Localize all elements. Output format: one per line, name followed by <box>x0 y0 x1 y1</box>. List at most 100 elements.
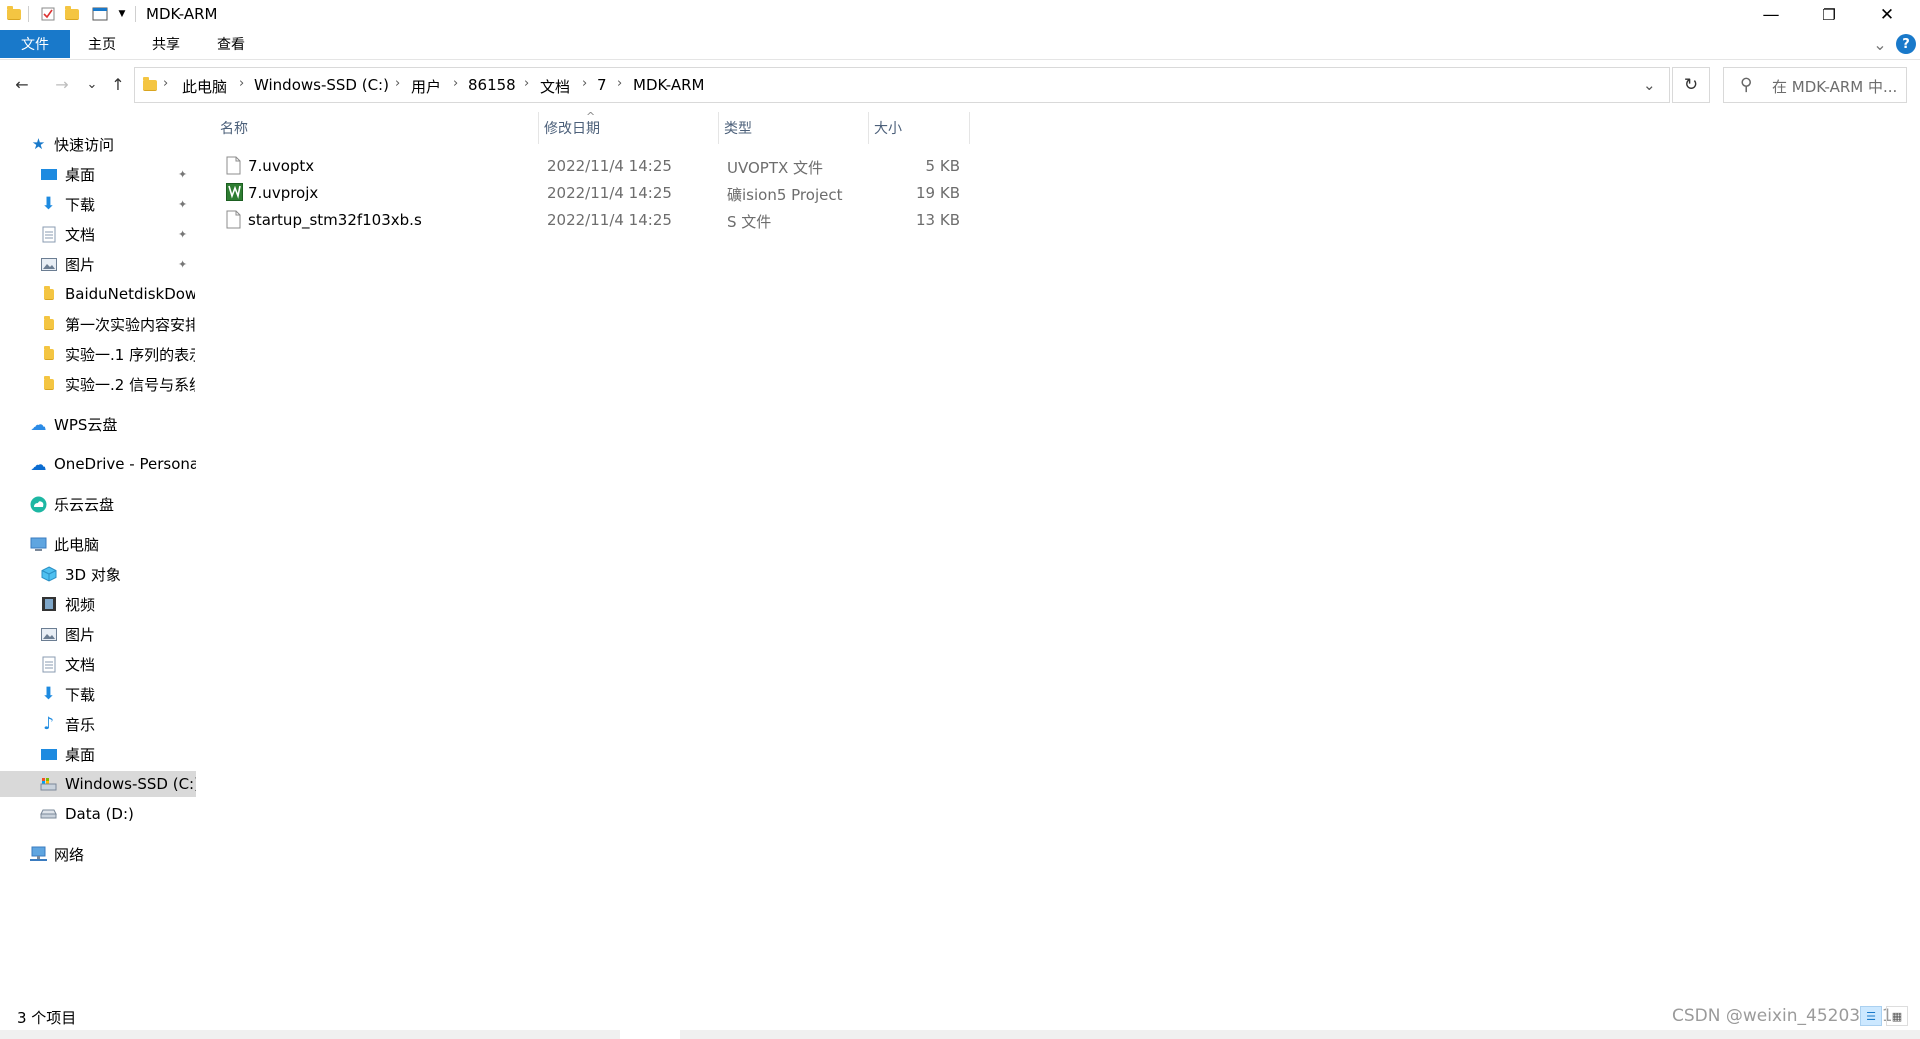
sidebar-item-label: 第一次实验内容安排 <box>65 315 195 334</box>
tab-file[interactable]: 文件 <box>0 30 70 58</box>
file-name[interactable]: 7.uvprojx <box>248 184 318 202</box>
sidebar-item-quick-access[interactable]: ★ 快速访问 <box>0 131 196 157</box>
close-button[interactable]: ✕ <box>1858 0 1916 30</box>
uvision-project-icon <box>226 183 243 202</box>
tab-view[interactable]: 查看 <box>198 30 264 58</box>
sidebar-item-label: 音乐 <box>65 715 96 734</box>
column-header-type[interactable]: 类型 <box>720 112 866 144</box>
sidebar-item-label: 图片 <box>65 625 96 644</box>
pin-icon[interactable]: ✦ <box>178 168 187 181</box>
breadcrumb-separator[interactable]: › <box>617 76 622 91</box>
sidebar-item-onedrive[interactable]: ☁ OneDrive - Personal <box>0 451 197 477</box>
sidebar-item-label: WPS云盘 <box>54 415 118 434</box>
file-size: 19 KB <box>916 184 960 202</box>
sidebar-item-documents[interactable]: 文档 ✦ <box>0 221 196 247</box>
sidebar-item-label: 文档 <box>65 225 96 244</box>
document-icon <box>40 656 57 673</box>
breadcrumb-users[interactable]: 用户 <box>411 76 441 97</box>
restore-button[interactable]: ❐ <box>1800 0 1858 30</box>
computer-icon <box>30 536 47 553</box>
breadcrumb-this-pc[interactable]: 此电脑 <box>182 76 227 97</box>
pin-icon[interactable]: ✦ <box>178 228 187 241</box>
sidebar-item-lab-1-2[interactable]: 实验一.2 信号与系统 <box>0 371 196 397</box>
breadcrumb-7[interactable]: 7 <box>597 76 607 94</box>
sidebar-item-baidunetdisk[interactable]: BaiduNetdiskDow <box>0 281 196 307</box>
column-header-modified[interactable]: 修改日期 <box>540 112 718 144</box>
expand-ribbon-icon[interactable]: ⌄ <box>1868 30 1892 58</box>
column-header-size[interactable]: 大小 <box>870 112 970 144</box>
large-icons-view-icon[interactable]: ▦ <box>1886 1006 1908 1026</box>
breadcrumb-separator[interactable]: › <box>582 76 587 91</box>
breadcrumb-separator[interactable]: › <box>239 76 244 91</box>
cloud-icon: ☁ <box>30 414 47 434</box>
sidebar-item-downloads-pc[interactable]: ⬇ 下载 <box>0 681 196 707</box>
file-modified: 2022/11/4 14:25 <box>547 184 672 202</box>
sidebar-item-documents-pc[interactable]: 文档 <box>0 651 196 677</box>
breadcrumb-separator[interactable]: › <box>163 76 168 91</box>
sidebar-item-drive-d[interactable]: Data (D:) <box>0 801 196 827</box>
sidebar-item-3d-objects[interactable]: 3D 对象 <box>0 561 196 587</box>
details-view-icon[interactable]: ☰ <box>1860 1006 1882 1026</box>
breadcrumb-drive-c[interactable]: Windows-SSD (C:) <box>254 76 389 94</box>
sidebar-item-videos[interactable]: 视频 <box>0 591 196 617</box>
column-divider[interactable] <box>718 112 719 144</box>
address-history-dropdown[interactable]: ⌄ <box>1643 76 1656 94</box>
sidebar-item-music[interactable]: ♪ 音乐 <box>0 711 196 737</box>
pin-icon[interactable]: ✦ <box>178 198 187 211</box>
sidebar-item-label: 下载 <box>65 685 96 704</box>
search-input[interactable]: 在 MDK-ARM 中... <box>1772 76 1897 97</box>
sidebar-item-desktop-pc[interactable]: 桌面 <box>0 741 196 767</box>
column-divider[interactable] <box>868 112 869 144</box>
help-icon[interactable]: ? <box>1896 34 1916 54</box>
pin-icon[interactable]: ✦ <box>178 258 187 271</box>
address-bar[interactable]: › 此电脑 › Windows-SSD (C:) › 用户 › 86158 › … <box>134 67 1670 103</box>
sidebar-item-network[interactable]: 网络 <box>0 841 196 867</box>
sidebar-item-pictures[interactable]: 图片 ✦ <box>0 251 196 277</box>
minimize-button[interactable]: — <box>1742 0 1800 30</box>
sidebar-item-downloads[interactable]: ⬇ 下载 ✦ <box>0 191 196 217</box>
network-icon <box>30 846 47 863</box>
customize-quick-access-icon[interactable]: ▼ <box>114 6 130 22</box>
sidebar-item-label: 乐云云盘 <box>54 495 115 514</box>
sidebar-item-lab-plan[interactable]: 第一次实验内容安排 <box>0 311 196 337</box>
sidebar-item-this-pc[interactable]: 此电脑 <box>0 531 196 557</box>
title-bar: ▼ MDK-ARM — ❐ ✕ <box>0 0 1920 30</box>
refresh-button[interactable]: ↻ <box>1672 67 1710 103</box>
sidebar-item-wps-cloud[interactable]: ☁ WPS云盘 <box>0 411 196 437</box>
properties-icon[interactable] <box>40 6 56 22</box>
status-bar: 3 个项目 CSDN @weixin_45203491 ☰ ▦ <box>0 1004 1920 1032</box>
recent-locations-button[interactable]: ⌄ <box>80 72 104 96</box>
folder-icon <box>141 77 158 94</box>
file-name[interactable]: startup_stm32f103xb.s <box>248 211 422 229</box>
back-button[interactable]: ← <box>10 72 34 96</box>
breadcrumb-mdk-arm[interactable]: MDK-ARM <box>633 76 704 94</box>
breadcrumb-separator[interactable]: › <box>524 76 529 91</box>
breadcrumb-separator[interactable]: › <box>453 76 458 91</box>
sidebar-item-lab-1-1[interactable]: 实验一.1 序列的表示 <box>0 341 196 367</box>
forward-button[interactable]: → <box>50 72 74 96</box>
sidebar-item-leyun[interactable]: 乐云云盘 <box>0 491 196 517</box>
sidebar-item-pictures-pc[interactable]: 图片 <box>0 621 196 647</box>
column-divider[interactable] <box>538 112 539 144</box>
sidebar-item-drive-c[interactable]: Windows-SSD (C:) <box>0 771 196 797</box>
up-button[interactable]: ↑ <box>106 72 130 96</box>
file-type: 礦ision5 Project <box>727 186 843 204</box>
horizontal-scrollbar[interactable] <box>0 1030 1920 1039</box>
file-row[interactable]: startup_stm32f103xb.s 2022/11/4 14:25 S … <box>216 206 972 233</box>
file-row[interactable]: 7.uvprojx 2022/11/4 14:25 礦ision5 Projec… <box>216 179 972 206</box>
breadcrumb-user[interactable]: 86158 <box>468 76 516 94</box>
file-name[interactable]: 7.uvoptx <box>248 157 314 175</box>
new-folder-icon[interactable] <box>64 5 80 22</box>
breadcrumb-separator[interactable]: › <box>395 76 400 91</box>
tab-share[interactable]: 共享 <box>134 30 198 58</box>
scrollbar-thumb[interactable] <box>620 1030 680 1039</box>
window-icon[interactable] <box>92 6 108 22</box>
sidebar-item-desktop[interactable]: 桌面 ✦ <box>0 161 196 187</box>
search-box[interactable]: ⚲ 在 MDK-ARM 中... <box>1723 67 1907 103</box>
tab-home[interactable]: 主页 <box>70 30 134 58</box>
file-row[interactable]: 7.uvoptx 2022/11/4 14:25 UVOPTX 文件 5 KB <box>216 152 972 179</box>
sidebar-item-label: OneDrive - Personal <box>54 455 196 473</box>
column-header-name[interactable]: 名称 <box>216 112 538 144</box>
breadcrumb-documents[interactable]: 文档 <box>540 76 570 97</box>
column-divider[interactable] <box>969 112 970 144</box>
